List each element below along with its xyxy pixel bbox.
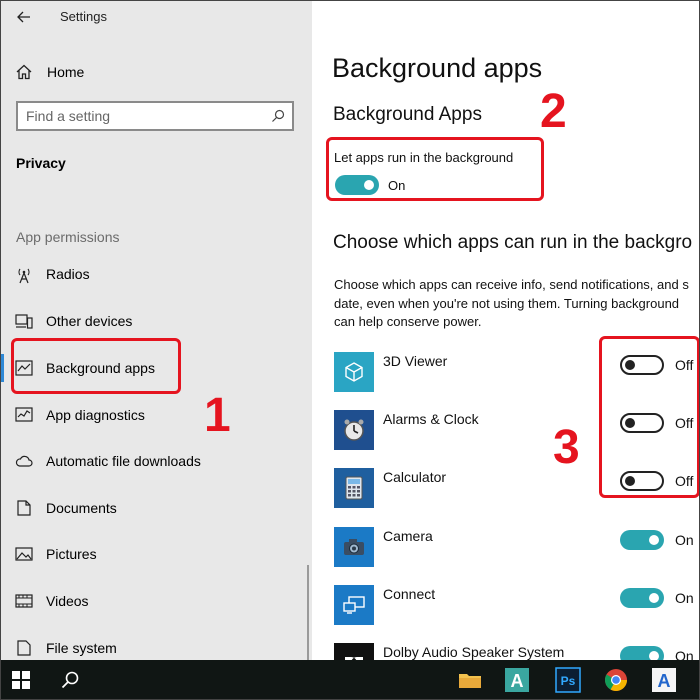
app-name: Connect (383, 586, 436, 602)
app-name: Alarms & Clock (383, 411, 479, 427)
app-toggle-camera[interactable] (620, 530, 664, 550)
video-icon (15, 593, 33, 609)
sidebar-item-automatic-file-downloads[interactable]: Automatic file downloads (0, 441, 312, 481)
sidebar-item-label: Videos (46, 593, 89, 609)
annotation-number-3: 3 (553, 421, 580, 474)
sidebar-item-videos[interactable]: Videos (0, 581, 312, 621)
sidebar-item-label: Documents (46, 500, 117, 516)
devices-icon (15, 313, 33, 329)
description-line: can help conserve power. (334, 314, 482, 329)
camera-icon (334, 527, 374, 567)
taskbar: A Ps A (0, 660, 700, 700)
app-name: Calculator (383, 469, 447, 485)
sidebar-item-label: File system (46, 640, 117, 656)
app-toggle-state: On (675, 532, 694, 548)
cloud-icon (15, 453, 33, 469)
svg-text:A: A (658, 671, 671, 691)
calculator-icon (334, 468, 374, 508)
toggle-knob (649, 651, 659, 660)
main-content: Background apps Background Apps Let apps… (312, 0, 700, 660)
radio-tower-icon (15, 266, 33, 284)
app-row-dolby: Dolby Audio Speaker System On (334, 643, 700, 660)
app-row-connect: Connect On (334, 585, 700, 625)
annotation-box-3 (599, 336, 700, 498)
sidebar-item-file-system[interactable]: File system (0, 628, 312, 660)
choose-apps-description: Choose which apps can receive info, send… (334, 276, 700, 332)
picture-icon (15, 546, 33, 562)
sidebar-item-documents[interactable]: Documents (0, 488, 312, 528)
sidebar-item-label: Radios (46, 266, 90, 282)
clock-icon (334, 410, 374, 450)
app-toggle-state: On (675, 648, 694, 660)
annotation-number-2: 2 (540, 85, 567, 138)
toggle-knob (649, 535, 659, 545)
app-name: 3D Viewer (383, 353, 448, 369)
sidebar-scrollbar[interactable] (307, 565, 309, 660)
sidebar-item-app-diagnostics[interactable]: App diagnostics (0, 395, 312, 435)
dolby-icon (334, 643, 374, 660)
app-row-camera: Camera On (334, 527, 700, 567)
window-title: Settings (60, 9, 107, 24)
photoshop-icon[interactable]: Ps (555, 667, 581, 693)
home-icon (15, 63, 33, 81)
page-title: Background apps (332, 53, 543, 83)
app-a-icon[interactable]: A (651, 667, 677, 693)
sidebar-item-radios[interactable]: Radios (0, 254, 312, 294)
sidebar-item-other-devices[interactable]: Other devices (0, 301, 312, 341)
sidebar: Settings Home Privacy App permissions Ra… (0, 0, 312, 660)
annotation-box-2 (326, 137, 544, 201)
nav-home-label: Home (47, 64, 85, 80)
section-heading-background-apps: Background Apps (333, 104, 482, 125)
search-box[interactable] (16, 101, 294, 131)
sidebar-item-label: App diagnostics (46, 407, 145, 423)
sidebar-item-label: Other devices (46, 313, 133, 329)
cube-icon (334, 352, 374, 392)
app-toggle-connect[interactable] (620, 588, 664, 608)
toggle-knob (649, 593, 659, 603)
search-icon[interactable] (60, 670, 80, 690)
connect-icon (334, 585, 374, 625)
svg-text:A: A (511, 671, 524, 691)
description-line: date, even when you're not using them. T… (334, 295, 680, 311)
description-line: Choose which apps can receive info, send… (334, 277, 689, 292)
sidebar-item-label: Automatic file downloads (46, 453, 201, 469)
chrome-icon[interactable] (603, 667, 629, 693)
app-toggle-dolby[interactable] (620, 646, 664, 660)
active-indicator (0, 354, 4, 382)
document-icon (15, 500, 33, 516)
title-bar: Settings (0, 0, 312, 34)
sidebar-item-label: Pictures (46, 546, 97, 562)
search-input[interactable] (26, 107, 256, 125)
choose-apps-heading: Choose which apps can run in the backgro (333, 232, 693, 253)
annotation-number-1: 1 (204, 389, 231, 442)
back-arrow-icon[interactable] (14, 7, 34, 27)
app-name: Dolby Audio Speaker System (383, 644, 565, 660)
app-name: Camera (383, 528, 433, 544)
windows-start-icon[interactable] (12, 671, 30, 689)
section-title-privacy: Privacy (16, 155, 66, 171)
sidebar-item-pictures[interactable]: Pictures (0, 534, 312, 574)
group-title-app-permissions: App permissions (16, 229, 120, 245)
file-explorer-icon[interactable] (457, 667, 483, 693)
nav-home[interactable]: Home (0, 56, 312, 88)
app-toggle-state: On (675, 590, 694, 606)
diagnostics-icon (15, 407, 33, 423)
autocad-icon[interactable]: A (504, 667, 530, 693)
search-icon[interactable] (271, 109, 285, 123)
annotation-box-1 (11, 338, 181, 394)
svg-text:Ps: Ps (561, 674, 576, 688)
file-icon (15, 640, 33, 656)
